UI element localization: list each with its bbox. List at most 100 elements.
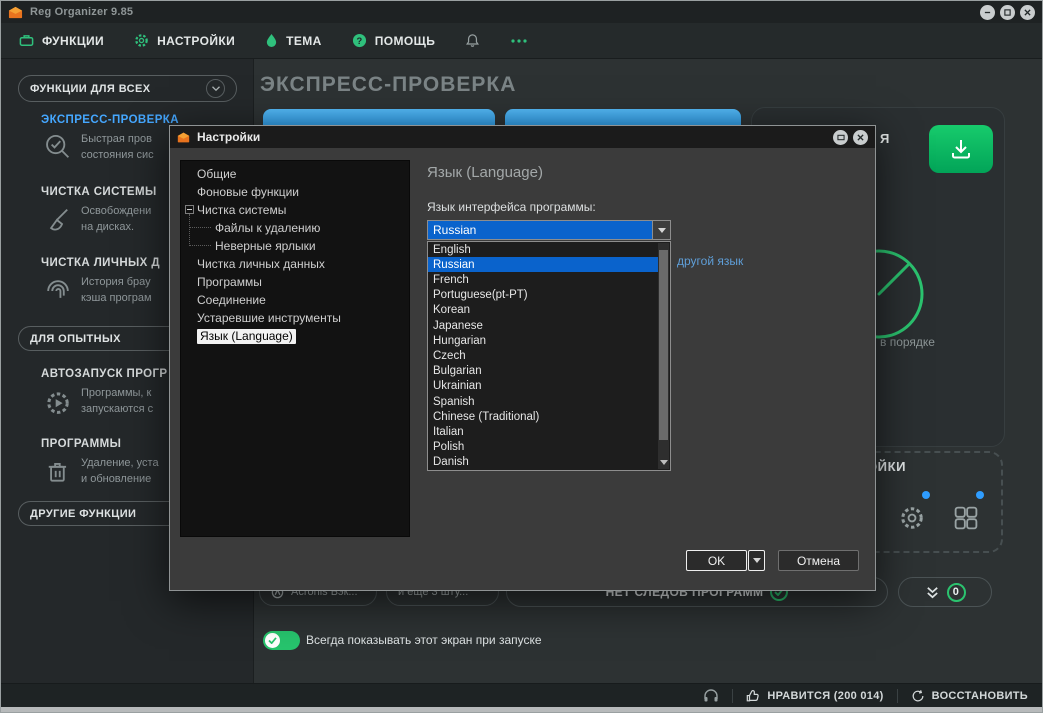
language-combo[interactable]: Russian	[427, 220, 671, 240]
tree-expander-icon[interactable]	[185, 205, 194, 214]
dialog-controls	[833, 130, 868, 145]
sidebar-item-desc: на дисках.	[81, 221, 134, 233]
scrollbar-thumb[interactable]	[659, 250, 668, 440]
dialog-titlebar[interactable]: Настройки	[170, 126, 875, 148]
sidebar-filter-dropdown[interactable]: ФУНКЦИИ ДЛЯ ВСЕХ	[18, 75, 237, 102]
more-menu-button[interactable]	[510, 38, 528, 44]
list-item[interactable]: Japanese	[428, 318, 659, 333]
more-dots-icon	[510, 38, 528, 44]
tree-item-label: Файлы к удалению	[215, 221, 320, 235]
list-item-selected[interactable]: Russian	[428, 257, 659, 272]
list-item[interactable]: Ukrainian	[428, 379, 659, 394]
sidebar-item-title: ПРОГРАММЫ	[41, 438, 121, 450]
menu-theme[interactable]: ТЕМА	[265, 33, 322, 48]
tree-item-label: Устаревшие инструменты	[197, 311, 341, 325]
tree-item-private-data[interactable]: Чистка личных данных	[181, 255, 409, 273]
close-icon[interactable]	[1020, 5, 1035, 20]
headphones-icon[interactable]	[703, 688, 719, 703]
tree-item-label: Программы	[197, 275, 262, 289]
ok-button[interactable]: OK	[686, 550, 747, 571]
stacked-chevrons-icon	[925, 585, 940, 600]
tree-item-legacy-tools[interactable]: Устаревшие инструменты	[181, 309, 409, 327]
list-item[interactable]: Hungarian	[428, 333, 659, 348]
restore-label: ВОССТАНОВИТЬ	[932, 690, 1028, 702]
dialog-minimize-icon[interactable]	[833, 130, 848, 145]
settings-tree: Общие Фоновые функции Чистка системы Фай…	[180, 160, 410, 537]
sidebar-item-desc: состояния сис	[81, 149, 154, 161]
app-logo-icon	[177, 131, 190, 144]
menu-help-label: ПОМОЩЬ	[375, 34, 436, 48]
backups-button[interactable]: 0	[898, 577, 992, 607]
list-item[interactable]: Polish	[428, 440, 659, 455]
tree-item-files-to-delete[interactable]: Файлы к удалению	[181, 219, 409, 237]
menu-functions[interactable]: ФУНКЦИИ	[19, 33, 104, 48]
chevron-down-icon	[658, 228, 666, 233]
list-item[interactable]: French	[428, 272, 659, 287]
sidebar-item-desc: Освобождени	[81, 205, 151, 217]
tree-connector	[190, 245, 211, 246]
list-item[interactable]: Spanish	[428, 394, 659, 409]
statusbar: НРАВИТСЯ (200 014) ВОССТАНОВИТЬ	[1, 683, 1042, 707]
ok-button-label: OK	[708, 554, 725, 568]
tiles-grid-icon	[951, 503, 981, 533]
list-item[interactable]: Bulgarian	[428, 364, 659, 379]
sidebar-item-title: ЭКСПРЕСС-ПРОВЕРКА	[41, 114, 179, 126]
briefcase-icon	[19, 33, 34, 48]
list-item[interactable]: Czech	[428, 348, 659, 363]
ok-dropdown-button[interactable]	[748, 550, 765, 571]
show-on-startup-toggle[interactable]	[263, 631, 300, 650]
scrollbar[interactable]	[658, 243, 669, 469]
tree-item-invalid-shortcuts[interactable]: Неверные ярлыки	[181, 237, 409, 255]
titlebar[interactable]: Reg Organizer 9.85	[1, 1, 1042, 23]
menu-settings[interactable]: НАСТРОЙКИ	[134, 33, 235, 48]
list-item[interactable]: Italian	[428, 424, 659, 439]
tree-item-label: Чистка системы	[197, 203, 286, 217]
minimize-icon[interactable]	[980, 5, 995, 20]
quick-settings-tiles-button[interactable]	[946, 495, 986, 541]
show-on-startup-label: Всегда показывать этот экран при запуске	[306, 633, 542, 647]
tree-item-programs[interactable]: Программы	[181, 273, 409, 291]
cancel-button[interactable]: Отмена	[778, 550, 859, 571]
sidebar-item-title: ЧИСТКА ЛИЧНЫХ Д	[41, 257, 160, 269]
divider	[897, 689, 898, 703]
menu-help[interactable]: ? ПОМОЩЬ	[352, 33, 436, 48]
sidebar-item-desc: Удаление, уста	[81, 457, 159, 469]
maximize-icon[interactable]	[1000, 5, 1015, 20]
window-title: Reg Organizer 9.85	[30, 6, 133, 18]
dialog-close-icon[interactable]	[853, 130, 868, 145]
language-dropdown-list: English Russian French Portuguese(pt-PT)…	[427, 241, 671, 471]
menu-functions-label: ФУНКЦИИ	[42, 34, 104, 48]
combo-arrow-button[interactable]	[652, 221, 670, 239]
tree-item-general[interactable]: Общие	[181, 165, 409, 183]
divider	[732, 689, 733, 703]
list-item[interactable]: Chinese (Traditional)	[428, 409, 659, 424]
notification-dot	[922, 491, 930, 499]
tree-item-system-clean[interactable]: Чистка системы	[181, 201, 409, 219]
scrollbar-down-button[interactable]	[658, 456, 669, 469]
list-item[interactable]: Portuguese(pt-PT)	[428, 288, 659, 303]
notifications-button[interactable]	[465, 33, 480, 48]
broom-icon	[43, 205, 73, 235]
translate-link[interactable]: другой язык	[677, 254, 743, 268]
thumbs-up-icon	[746, 689, 760, 703]
gauge-caption: в порядке	[880, 335, 935, 349]
sidebar-section-label: ДРУГИЕ ФУНКЦИИ	[30, 508, 136, 520]
tree-item-label: Чистка личных данных	[197, 257, 325, 271]
sidebar-filter-label: ФУНКЦИИ ДЛЯ ВСЕХ	[30, 83, 150, 95]
gear-icon	[134, 33, 149, 48]
list-item[interactable]: English	[428, 242, 659, 257]
tree-item-label: Фоновые функции	[197, 185, 299, 199]
list-item[interactable]: Korean	[428, 303, 659, 318]
chevron-down-icon	[753, 558, 761, 563]
quick-settings-gear-button[interactable]	[892, 495, 932, 541]
list-item[interactable]: Danish	[428, 455, 659, 470]
restore-button[interactable]: ВОССТАНОВИТЬ	[911, 689, 1028, 703]
like-button[interactable]: НРАВИТСЯ (200 014)	[746, 689, 883, 703]
sidebar-item-title: АВТОЗАПУСК ПРОГР	[41, 368, 167, 380]
tree-item-background[interactable]: Фоновые функции	[181, 183, 409, 201]
download-updates-button[interactable]	[929, 125, 993, 173]
tree-item-connection[interactable]: Соединение	[181, 291, 409, 309]
sidebar-item-desc: запускаются с	[81, 403, 153, 415]
notification-dot	[976, 491, 984, 499]
tree-item-language[interactable]: Язык (Language)	[181, 327, 409, 345]
